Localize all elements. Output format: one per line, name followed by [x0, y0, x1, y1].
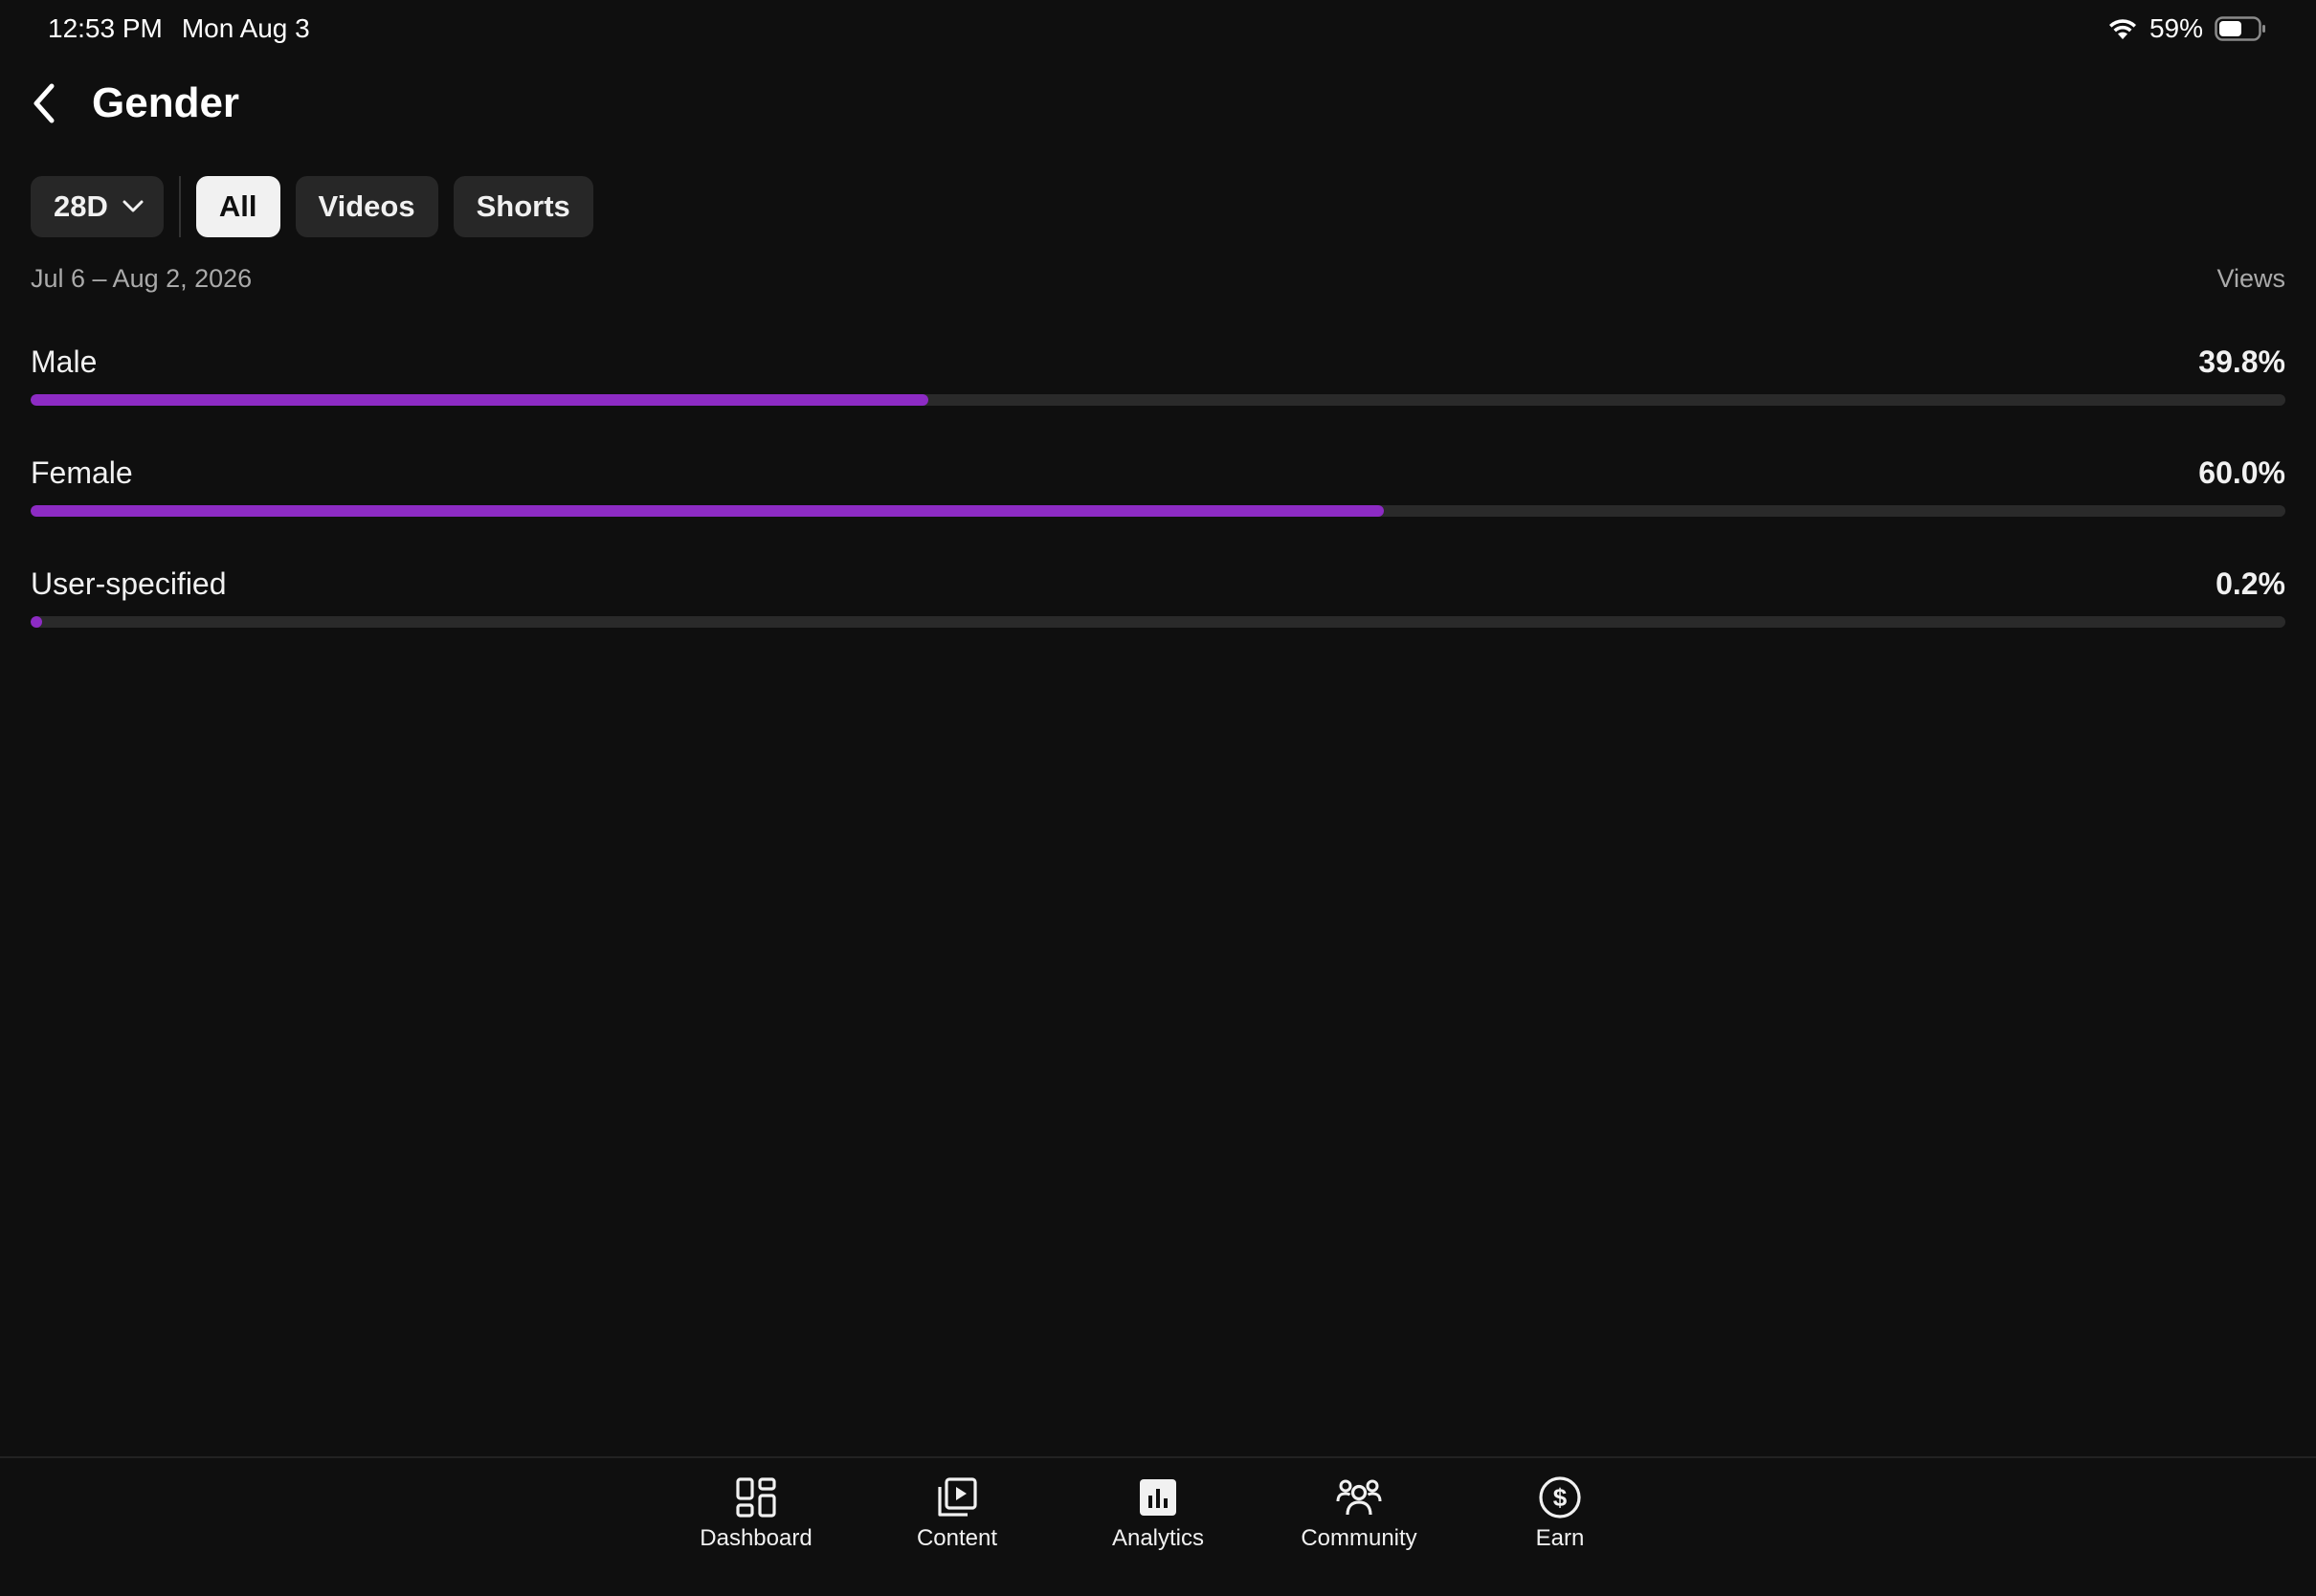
- progress-fill: [31, 394, 928, 406]
- filter-bar: 28D All Videos Shorts: [31, 176, 609, 237]
- page-header: Gender: [27, 75, 239, 132]
- progress-fill: [31, 505, 1384, 517]
- wifi-icon: [2107, 16, 2138, 41]
- status-indicators: 59%: [2107, 13, 2266, 44]
- chip-shorts[interactable]: Shorts: [453, 176, 593, 237]
- battery-percent: 59%: [2149, 13, 2203, 43]
- chevron-left-icon: [33, 83, 55, 123]
- status-clock: 12:53 PM: [48, 13, 163, 43]
- battery-icon: [2215, 15, 2266, 42]
- back-button[interactable]: [27, 75, 61, 132]
- nav-earn[interactable]: $ Earn: [1459, 1474, 1660, 1596]
- content-icon: [936, 1474, 978, 1521]
- nav-analytics[interactable]: Analytics: [1058, 1474, 1258, 1596]
- progress-track: [31, 616, 2285, 628]
- status-bar: 12:53 PM Mon Aug 3 59%: [0, 0, 2316, 61]
- gender-value: 39.8%: [2198, 344, 2285, 379]
- gender-list: Male 39.8% Female 60.0% User-specified 0…: [31, 341, 2285, 674]
- analytics-icon: [1137, 1474, 1179, 1521]
- nav-label: Analytics: [1111, 1525, 1205, 1551]
- period-dropdown[interactable]: 28D: [31, 176, 164, 237]
- filter-divider: [178, 176, 181, 237]
- nav-label: Earn: [1535, 1525, 1585, 1551]
- progress-track: [31, 394, 2285, 406]
- progress-track: [31, 505, 2285, 517]
- nav-label: Community: [1301, 1525, 1417, 1551]
- chip-videos[interactable]: Videos: [295, 176, 438, 237]
- gender-row-male: Male 39.8%: [31, 341, 2285, 452]
- nav-label: Dashboard: [700, 1525, 813, 1551]
- gender-value: 0.2%: [2216, 565, 2285, 601]
- date-range: Jul 6 – Aug 2, 2026: [31, 264, 253, 293]
- gender-row-user-specified: User-specified 0.2%: [31, 563, 2285, 674]
- gender-row-female: Female 60.0%: [31, 452, 2285, 563]
- gender-label: User-specified: [31, 565, 227, 601]
- status-time: 12:53 PM Mon Aug 3: [48, 13, 310, 44]
- nav-dashboard[interactable]: Dashboard: [656, 1474, 857, 1596]
- bottom-nav: Dashboard Content Analytics Community $ …: [0, 1456, 2316, 1596]
- nav-label: Content: [916, 1525, 998, 1551]
- chevron-down-icon: [122, 200, 144, 212]
- earn-icon: $: [1538, 1474, 1582, 1521]
- nav-community[interactable]: Community: [1258, 1474, 1459, 1596]
- chip-all[interactable]: All: [195, 176, 280, 237]
- dashboard-icon: [735, 1474, 777, 1521]
- community-icon: [1336, 1474, 1382, 1521]
- status-date: Mon Aug 3: [181, 13, 310, 43]
- gender-label: Female: [31, 454, 133, 490]
- page-title: Gender: [92, 79, 240, 126]
- metric-label: Views: [2216, 264, 2285, 293]
- gender-label: Male: [31, 344, 98, 379]
- gender-value: 60.0%: [2198, 454, 2285, 490]
- range-row: Jul 6 – Aug 2, 2026 Views: [31, 264, 2285, 294]
- progress-fill: [31, 616, 42, 628]
- svg-text:$: $: [1553, 1483, 1568, 1512]
- nav-content[interactable]: Content: [857, 1474, 1058, 1596]
- period-label: 28D: [54, 189, 108, 223]
